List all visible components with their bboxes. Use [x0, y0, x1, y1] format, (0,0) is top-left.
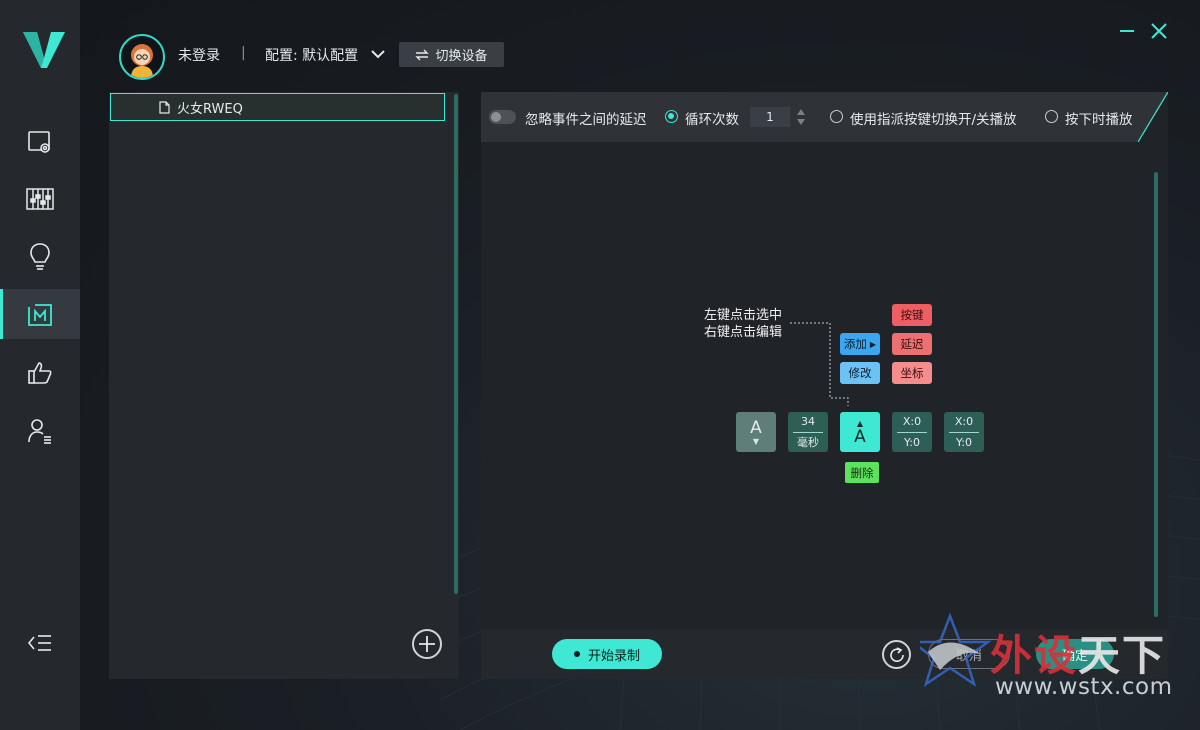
add-delay-label: 延迟 — [900, 337, 924, 351]
add-coordinate-button[interactable]: 坐标 — [892, 362, 932, 384]
hint-line-right-click: 右键点击编辑 — [704, 325, 783, 340]
press-play-radio[interactable] — [1045, 110, 1058, 123]
macro-list-item-label: 火女RWEQ — [177, 101, 243, 117]
ignore-delay-label: 忽略事件之间的延迟 — [525, 112, 647, 128]
switch-device-label: 切换设备 — [435, 49, 488, 64]
chevron-down-icon[interactable] — [370, 48, 386, 60]
thumbs-up-icon — [28, 362, 52, 384]
watermark-url: www.wstx.com — [995, 674, 1173, 700]
swap-arrows-icon — [415, 49, 430, 60]
stepper-arrows-icon[interactable] — [794, 107, 808, 127]
cancel-label: 取消 — [955, 648, 982, 664]
watermark-brand-white: 天下 — [1078, 631, 1167, 680]
add-key-button[interactable]: 按键 — [892, 304, 932, 326]
brand-logo — [23, 32, 65, 68]
event-coordinate-x: X:0 — [954, 414, 974, 428]
editor-scrollbar[interactable] — [1154, 172, 1158, 617]
loop-count-input[interactable]: 1 — [750, 107, 790, 127]
modify-event-label: 修改 — [848, 366, 872, 380]
plus-icon — [419, 636, 435, 652]
event-coordinate-x: X:0 — [902, 414, 922, 428]
delete-event-button[interactable]: 删除 — [845, 462, 879, 483]
event-coordinate-y: Y:0 — [904, 435, 920, 449]
event-key-down[interactable]: A ▼ — [736, 412, 776, 452]
header-divider: | — [241, 45, 246, 61]
delete-event-label: 删除 — [850, 465, 874, 480]
user-avatar-icon — [131, 44, 153, 78]
minimize-icon[interactable] — [1118, 22, 1136, 40]
record-dot-icon — [573, 651, 580, 657]
refresh-icon — [889, 646, 904, 662]
event-delay-value: 34 — [801, 414, 815, 428]
close-icon[interactable] — [1150, 22, 1168, 40]
event-key-up-selected[interactable]: ▲ A — [840, 412, 880, 452]
press-play-label: 按下时播放 — [1065, 112, 1133, 128]
event-separator — [897, 431, 927, 433]
sidebar-item-macro[interactable] — [0, 289, 80, 339]
start-record-button[interactable]: 开始录制 — [552, 639, 662, 669]
ignore-delay-toggle[interactable] — [489, 110, 516, 124]
event-delay[interactable]: 34 毫秒 — [788, 412, 828, 452]
macro-icon — [28, 304, 52, 326]
event-coordinate[interactable]: X:0 Y:0 — [944, 412, 984, 452]
add-event-button[interactable]: 添加 ▶ — [840, 333, 880, 355]
add-coordinate-label: 坐标 — [900, 366, 924, 380]
add-event-label: 添加 — [843, 337, 867, 351]
loop-count-radio[interactable] — [665, 110, 678, 123]
macro-list-item[interactable]: 火女RWEQ — [110, 93, 445, 121]
add-key-label: 按键 — [900, 308, 924, 322]
login-status[interactable]: 未登录 — [178, 45, 220, 65]
sliders-icon — [26, 188, 54, 210]
event-delay-unit: 毫秒 — [797, 435, 819, 449]
toggle-assign-label: 使用指派按键切换开/关播放 — [850, 112, 1017, 128]
switch-device-button[interactable]: 切换设备 — [399, 42, 504, 67]
reset-button[interactable] — [882, 640, 911, 669]
collapse-menu-icon — [27, 635, 51, 651]
file-icon — [159, 101, 170, 114]
macro-list-scrollbar[interactable] — [454, 94, 458, 594]
sidebar-collapse-button[interactable] — [0, 618, 80, 668]
start-record-label: 开始录制 — [587, 648, 640, 664]
sidebar-item-like[interactable] — [0, 348, 80, 398]
sidebar-item-equalizer[interactable] — [0, 174, 80, 224]
config-selector-label[interactable]: 配置: 默认配置 — [265, 45, 358, 65]
caret-right-icon: ▶ — [869, 339, 877, 349]
event-separator — [793, 431, 823, 433]
event-key-label: A — [750, 417, 762, 438]
sidebar — [0, 0, 80, 730]
key-down-arrow-icon: ▼ — [752, 436, 760, 446]
event-coordinate[interactable]: X:0 Y:0 — [892, 412, 932, 452]
sidebar-item-account[interactable] — [0, 406, 80, 456]
lightbulb-icon — [30, 243, 50, 270]
user-list-icon — [28, 419, 51, 444]
event-key-up-label: A — [854, 426, 866, 447]
hint-line-left-click: 左键点击选中 — [704, 308, 783, 323]
macro-list-panel — [109, 92, 459, 679]
modify-event-button[interactable]: 修改 — [840, 362, 880, 384]
loop-count-label: 循环次数 — [685, 112, 739, 128]
avatar[interactable] — [119, 34, 165, 80]
event-separator — [949, 431, 979, 433]
toolbar-corner — [1138, 92, 1168, 142]
sidebar-item-lighting[interactable] — [0, 232, 80, 282]
toggle-assign-radio[interactable] — [830, 110, 843, 123]
add-macro-button[interactable] — [412, 629, 442, 659]
add-delay-button[interactable]: 延迟 — [892, 333, 932, 355]
screen-settings-icon — [28, 131, 50, 153]
event-coordinate-y: Y:0 — [956, 435, 972, 449]
sidebar-item-display[interactable] — [0, 117, 80, 167]
watermark-brand-red: 外设 — [990, 631, 1079, 680]
